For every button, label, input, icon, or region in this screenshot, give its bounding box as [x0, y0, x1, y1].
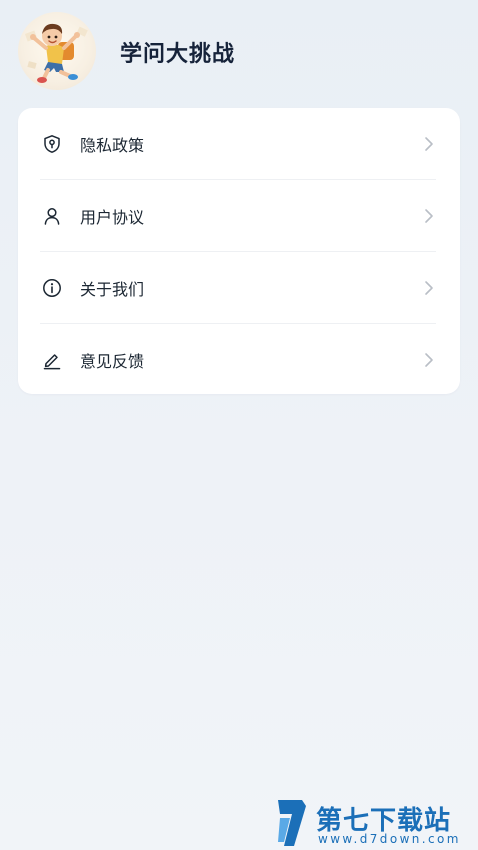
- user-icon: [40, 204, 64, 228]
- menu-item-label: 关于我们: [80, 279, 145, 299]
- menu-item-privacy-policy[interactable]: 隐私政策: [40, 108, 436, 179]
- watermark: 第七下载站 www.d7down.com: [276, 798, 472, 850]
- profile-header: 学问大挑战: [18, 12, 418, 90]
- settings-menu-card: 隐私政策 用户协议 关于我们 意见反馈: [18, 108, 460, 394]
- menu-item-about-us[interactable]: 关于我们: [40, 251, 436, 323]
- menu-item-user-agreement[interactable]: 用户协议: [40, 179, 436, 251]
- menu-item-feedback[interactable]: 意见反馈: [40, 323, 436, 395]
- watermark-url: www.d7down.com: [318, 832, 461, 846]
- edit-pen-icon: [40, 348, 64, 372]
- chevron-right-icon: [422, 136, 436, 152]
- chevron-right-icon: [422, 208, 436, 224]
- privacy-shield-icon: [40, 132, 64, 156]
- app-title: 学问大挑战: [120, 42, 236, 67]
- menu-item-label: 隐私政策: [80, 135, 145, 155]
- menu-item-label: 用户协议: [80, 207, 145, 227]
- chevron-right-icon: [422, 352, 436, 368]
- d7-logo-icon: [278, 800, 306, 846]
- info-icon: [40, 276, 64, 300]
- cartoon-boy-avatar-icon: [24, 23, 88, 83]
- avatar[interactable]: [18, 12, 96, 90]
- menu-item-label: 意见反馈: [80, 351, 145, 371]
- chevron-right-icon: [422, 280, 436, 296]
